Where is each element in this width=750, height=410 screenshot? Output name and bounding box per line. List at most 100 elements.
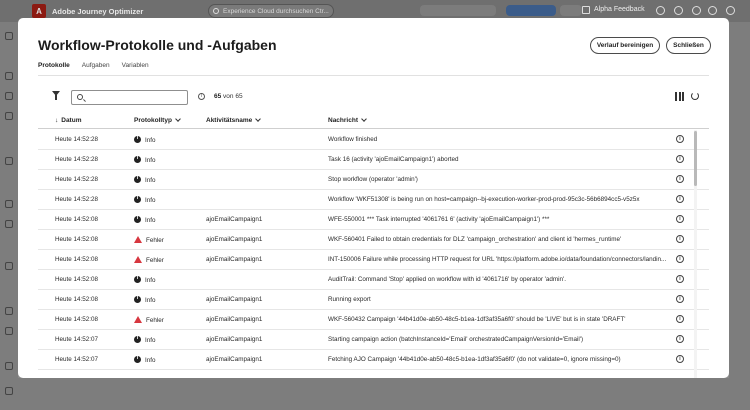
filter-icon[interactable] [52, 91, 60, 100]
cell-message: Running export [328, 296, 371, 303]
info-filled-icon [134, 276, 141, 283]
row-details-info-icon[interactable]: i [676, 235, 684, 243]
table-row[interactable]: Heute 14:52:08 Fehler ajoEmailCampaign1 INT… [38, 250, 709, 270]
cell-activity: ajoEmailCampaign1 [206, 296, 263, 303]
cell-date: Heute 14:52:08 [55, 236, 99, 243]
sort-arrow-down-icon: ↓ [55, 117, 59, 124]
table-row[interactable]: Heute 14:52:07 Info ajoEmailCampaign1 Fetch… [38, 350, 709, 370]
settings-icon[interactable] [5, 362, 13, 370]
info-filled-icon [134, 176, 141, 183]
chat-icon[interactable] [656, 6, 665, 15]
result-count: 65 von 65 [214, 93, 243, 100]
cell-activity: ajoEmailCampaign1 [206, 316, 263, 323]
content-icon[interactable] [5, 112, 13, 120]
cell-activity: ajoEmailCampaign1 [206, 236, 263, 243]
close-button[interactable]: Schließen [666, 37, 711, 54]
sources-icon[interactable] [5, 327, 13, 335]
row-details-info-icon[interactable]: i [676, 155, 684, 163]
result-count-shown: 65 [214, 93, 222, 100]
log-search-input[interactable] [86, 92, 186, 103]
cell-date: Heute 14:52:08 [55, 276, 99, 283]
background-content [18, 378, 750, 410]
row-details-info-icon[interactable]: i [676, 275, 684, 283]
cell-log-type: Fehler [134, 256, 194, 264]
row-details-info-icon[interactable]: i [676, 315, 684, 323]
row-details-info-icon[interactable]: i [676, 335, 684, 343]
tab-divider [38, 75, 709, 76]
cell-date: Heute 14:52:07 [55, 356, 99, 363]
workflow-icon[interactable] [5, 92, 13, 100]
info-filled-icon [134, 156, 141, 163]
result-count-total: von 65 [223, 93, 243, 100]
cell-message: Starting campaign action (batchInstanceI… [328, 336, 584, 343]
info-filled-icon [134, 216, 141, 223]
table-row[interactable]: Heute 14:52:08 Info ajoEmailCampaign1 WFE-5… [38, 210, 709, 230]
global-search-input[interactable]: Experience Cloud durchsuchen Ctr... [208, 4, 334, 18]
clear-history-button[interactable]: Verlauf bereinigen [590, 37, 660, 54]
cell-message: Stop workflow (operator 'admin') [328, 176, 418, 183]
org-switcher[interactable] [506, 5, 556, 16]
row-details-info-icon[interactable]: i [676, 135, 684, 143]
datasets-icon[interactable] [5, 307, 13, 315]
table-row[interactable]: Heute 14:52:28 Info Task 16 (activity 'ajo… [38, 150, 709, 170]
refresh-icon[interactable] [691, 92, 699, 100]
chevron-down-icon [175, 116, 181, 122]
home-icon[interactable] [5, 32, 13, 40]
log-search-field[interactable] [71, 90, 188, 105]
row-details-info-icon[interactable]: i [676, 195, 684, 203]
search-icon [77, 94, 83, 100]
table-row[interactable]: Heute 14:52:28 Info Workflow finished i [38, 130, 709, 150]
apps-grid-icon[interactable] [708, 6, 717, 15]
scrollbar-thumb[interactable] [694, 131, 697, 186]
table-row[interactable]: Heute 14:52:28 Info Workflow 'WKF51308' is… [38, 190, 709, 210]
avatar[interactable] [726, 6, 735, 15]
alpha-feedback-link[interactable]: Alpha Feedback [594, 6, 645, 13]
sandbox-selector[interactable] [420, 5, 496, 16]
info-filled-icon [134, 296, 141, 303]
profiles-icon[interactable] [5, 157, 13, 165]
tab-protokolle[interactable]: Protokolle [38, 62, 70, 76]
cell-date: Heute 14:52:08 [55, 216, 99, 223]
schemas-icon[interactable] [5, 220, 13, 228]
background-panel [729, 22, 750, 378]
row-details-info-icon[interactable]: i [676, 215, 684, 223]
table-row[interactable]: Heute 14:52:28 Info Stop workflow (operato… [38, 170, 709, 190]
tab-variablen[interactable]: Variablen [122, 62, 149, 76]
cell-log-type: Info [134, 356, 194, 364]
column-header-log-type[interactable]: Protokolltyp [134, 116, 181, 124]
journeys-icon[interactable] [5, 72, 13, 80]
column-header-message[interactable]: Nachricht [328, 116, 367, 124]
cell-message: Task 16 (activity 'ajoEmailCampaign1') a… [328, 156, 459, 163]
column-settings-icon[interactable] [675, 92, 684, 101]
cell-log-type: Info [134, 296, 194, 304]
cell-log-type: Info [134, 136, 194, 144]
bell-icon[interactable] [674, 6, 683, 15]
segments-icon[interactable] [5, 200, 13, 208]
info-icon[interactable]: i [198, 93, 205, 100]
feedback-icon [582, 6, 590, 14]
cell-log-type: Info [134, 196, 194, 204]
row-details-info-icon[interactable]: i [676, 295, 684, 303]
admin-icon[interactable] [5, 387, 13, 395]
table-row[interactable]: Heute 14:52:07 Info ajoEmailCampaign1 Start… [38, 330, 709, 350]
row-details-info-icon[interactable]: i [676, 355, 684, 363]
table-row[interactable]: Heute 14:52:08 Fehler ajoEmailCampaign1 WKF… [38, 230, 709, 250]
help-icon[interactable] [692, 6, 701, 15]
dialog-title: Workflow-Protokolle und -Aufgaben [38, 37, 277, 53]
table-row[interactable]: Heute 14:52:08 Fehler ajoEmailCampaign1 WKF… [38, 310, 709, 330]
table-row[interactable]: Heute 14:52:08 Info ajoEmailCampaign1 Runni… [38, 290, 709, 310]
left-navigation-rail [0, 22, 18, 410]
tab-aufgaben[interactable]: Aufgaben [82, 62, 110, 76]
row-details-info-icon[interactable]: i [676, 255, 684, 263]
cell-message: Fetching AJO Campaign '44b41d0e-ab50-48c… [328, 356, 621, 363]
global-search-placeholder: Experience Cloud durchsuchen Ctr... [223, 7, 329, 15]
table-row[interactable]: Heute 14:52:08 Info AuditTrail: Command 'S… [38, 270, 709, 290]
search-icon [213, 8, 219, 14]
cell-date: Heute 14:52:28 [55, 136, 99, 143]
cell-message: INT-150006 Failure while processing HTTP… [328, 256, 667, 263]
column-header-activity[interactable]: Aktivitätsname [206, 116, 262, 124]
row-details-info-icon[interactable]: i [676, 175, 684, 183]
channels-icon[interactable] [5, 262, 13, 270]
info-filled-icon [134, 336, 141, 343]
column-header-date[interactable]: ↓ Datum [55, 117, 81, 124]
